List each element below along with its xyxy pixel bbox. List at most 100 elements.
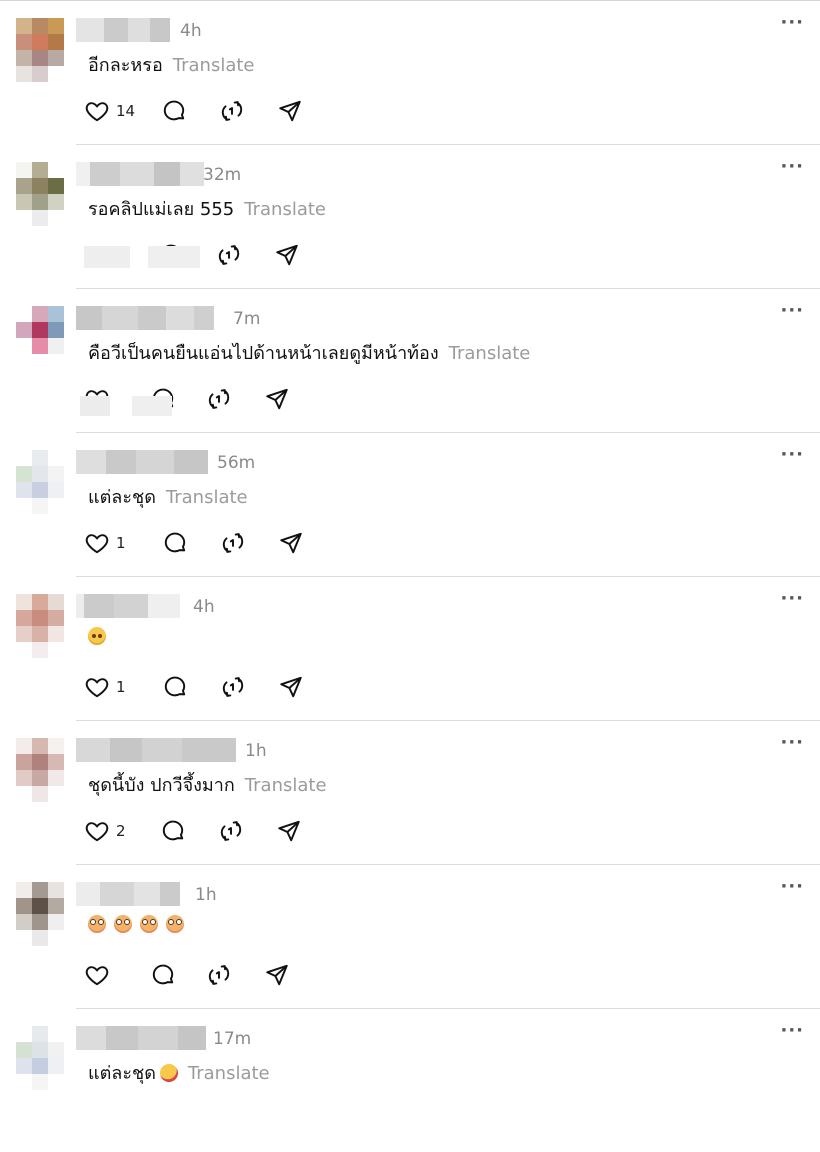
- like-button[interactable]: 1: [84, 671, 126, 703]
- repost-icon: [221, 101, 243, 121]
- more-options-icon[interactable]: ···: [780, 300, 804, 321]
- share-button[interactable]: [264, 383, 290, 415]
- send-icon: [279, 100, 301, 122]
- translate-link[interactable]: Translate: [245, 775, 327, 796]
- translate-link[interactable]: Translate: [449, 343, 531, 364]
- more-options-icon[interactable]: ···: [780, 12, 804, 33]
- more-options-icon[interactable]: ···: [780, 588, 804, 609]
- reply-button[interactable]: [162, 527, 188, 559]
- translate-link[interactable]: Translate: [188, 1063, 270, 1084]
- avatar[interactable]: [16, 882, 64, 946]
- repost-icon: [218, 245, 240, 265]
- comment-item: 4h ··· อีกละหรอ Translate 14: [0, 0, 820, 144]
- username-blurred[interactable]: [76, 306, 214, 330]
- comment-bubble-icon: [163, 100, 185, 121]
- comment-text-line: แต่ละชุด Translate: [88, 482, 248, 511]
- username-blurred[interactable]: [76, 450, 208, 474]
- more-options-icon[interactable]: ···: [780, 1020, 804, 1041]
- more-options-icon[interactable]: ···: [780, 876, 804, 897]
- divider: [76, 288, 820, 289]
- rofl-emoji-icon: [156, 1061, 181, 1085]
- username-blurred[interactable]: [76, 18, 170, 42]
- repost-button[interactable]: [206, 959, 232, 991]
- reply-button[interactable]: [160, 815, 186, 847]
- flushed-emoji-icon: [88, 915, 106, 933]
- comment-text: แต่ละชุด: [88, 487, 156, 508]
- comment-text-line: คือวีเป็นคนยืนแอ่นไปด้านหน้าเลยดูมีหน้าท…: [88, 338, 530, 367]
- repost-icon: [220, 821, 241, 841]
- comment-actions: 1: [84, 671, 304, 703]
- comment-text: อีกละหรอ: [88, 55, 163, 76]
- blur-patch: [84, 246, 200, 268]
- repost-button[interactable]: [206, 383, 232, 415]
- more-options-icon[interactable]: ···: [780, 732, 804, 753]
- like-button[interactable]: 14: [84, 95, 135, 127]
- divider: [76, 432, 820, 433]
- heart-icon: [85, 102, 109, 122]
- translate-link[interactable]: Translate: [244, 199, 326, 220]
- avatar[interactable]: [16, 1026, 64, 1090]
- share-button[interactable]: [276, 815, 302, 847]
- flushed-emoji-icon: [114, 915, 132, 933]
- comment-time: 17m: [213, 1029, 252, 1049]
- comment-text-line: [88, 626, 114, 647]
- repost-icon: [208, 389, 230, 409]
- like-button[interactable]: 2: [84, 815, 126, 847]
- heart-icon: [85, 678, 109, 698]
- repost-icon: [208, 965, 230, 985]
- divider: [0, 0, 820, 1]
- send-icon: [266, 388, 288, 410]
- comment-text: คือวีเป็นคนยืนแอ่นไปด้านหน้าเลยดูมีหน้าท…: [88, 343, 439, 364]
- comment-time: 4h: [180, 21, 202, 41]
- comment-item: 7m ··· คือวีเป็นคนยืนแอ่นไปด้านหน้าเลยดู…: [0, 288, 820, 432]
- comment-bubble-icon: [164, 532, 185, 553]
- reply-button[interactable]: [150, 959, 176, 991]
- repost-button[interactable]: [220, 671, 246, 703]
- avatar[interactable]: [16, 162, 64, 226]
- comment-item: 56m ··· แต่ละชุด Translate 1: [0, 432, 820, 576]
- share-button[interactable]: [264, 959, 290, 991]
- comment-bubble-icon: [152, 964, 174, 985]
- comment-text-line: รอคลิปแม่เลย 555 Translate: [88, 194, 326, 223]
- reply-button[interactable]: [161, 95, 187, 127]
- username-blurred[interactable]: [76, 594, 180, 618]
- comment-item: 1h ··· ชุดนี้บัง ปกวีจึ้งมาก Translate 2: [0, 720, 820, 864]
- divider: [76, 720, 820, 721]
- username-blurred[interactable]: [76, 882, 180, 906]
- comment-item: 32m ··· รอคลิปแม่เลย 555 Translate: [0, 144, 820, 288]
- repost-button[interactable]: [219, 95, 245, 127]
- reply-button[interactable]: [162, 671, 188, 703]
- repost-button[interactable]: [220, 527, 246, 559]
- divider: [76, 576, 820, 577]
- share-button[interactable]: [278, 527, 304, 559]
- translate-link[interactable]: Translate: [173, 55, 255, 76]
- share-button[interactable]: [278, 671, 304, 703]
- comment-item: 4h ··· 1: [0, 576, 820, 720]
- send-icon: [266, 964, 288, 986]
- comment-text-line: แต่ละชุด Translate: [88, 1058, 270, 1087]
- avatar[interactable]: [16, 450, 64, 514]
- more-options-icon[interactable]: ···: [780, 444, 804, 465]
- comment-bubble-icon: [164, 676, 185, 697]
- repost-button[interactable]: [218, 815, 244, 847]
- like-button[interactable]: [84, 959, 116, 991]
- username-blurred[interactable]: [76, 162, 204, 186]
- avatar[interactable]: [16, 594, 64, 658]
- share-button[interactable]: [277, 95, 303, 127]
- like-count: 1: [116, 678, 126, 696]
- avatar[interactable]: [16, 18, 64, 82]
- comment-actions: 1: [84, 527, 304, 559]
- share-button[interactable]: [274, 239, 300, 271]
- username-blurred[interactable]: [76, 1026, 206, 1050]
- avatar[interactable]: [16, 306, 64, 370]
- translate-link[interactable]: Translate: [166, 487, 248, 508]
- like-button[interactable]: 1: [84, 527, 126, 559]
- flushed-emoji-icon: [140, 915, 158, 933]
- avatar[interactable]: [16, 738, 64, 802]
- username-blurred[interactable]: [76, 738, 236, 762]
- more-options-icon[interactable]: ···: [780, 156, 804, 177]
- repost-icon: [222, 677, 243, 697]
- comment-item: 1h ···: [0, 864, 820, 1008]
- comment-text: รอคลิปแม่เลย 555: [88, 199, 235, 220]
- repost-button[interactable]: [216, 239, 242, 271]
